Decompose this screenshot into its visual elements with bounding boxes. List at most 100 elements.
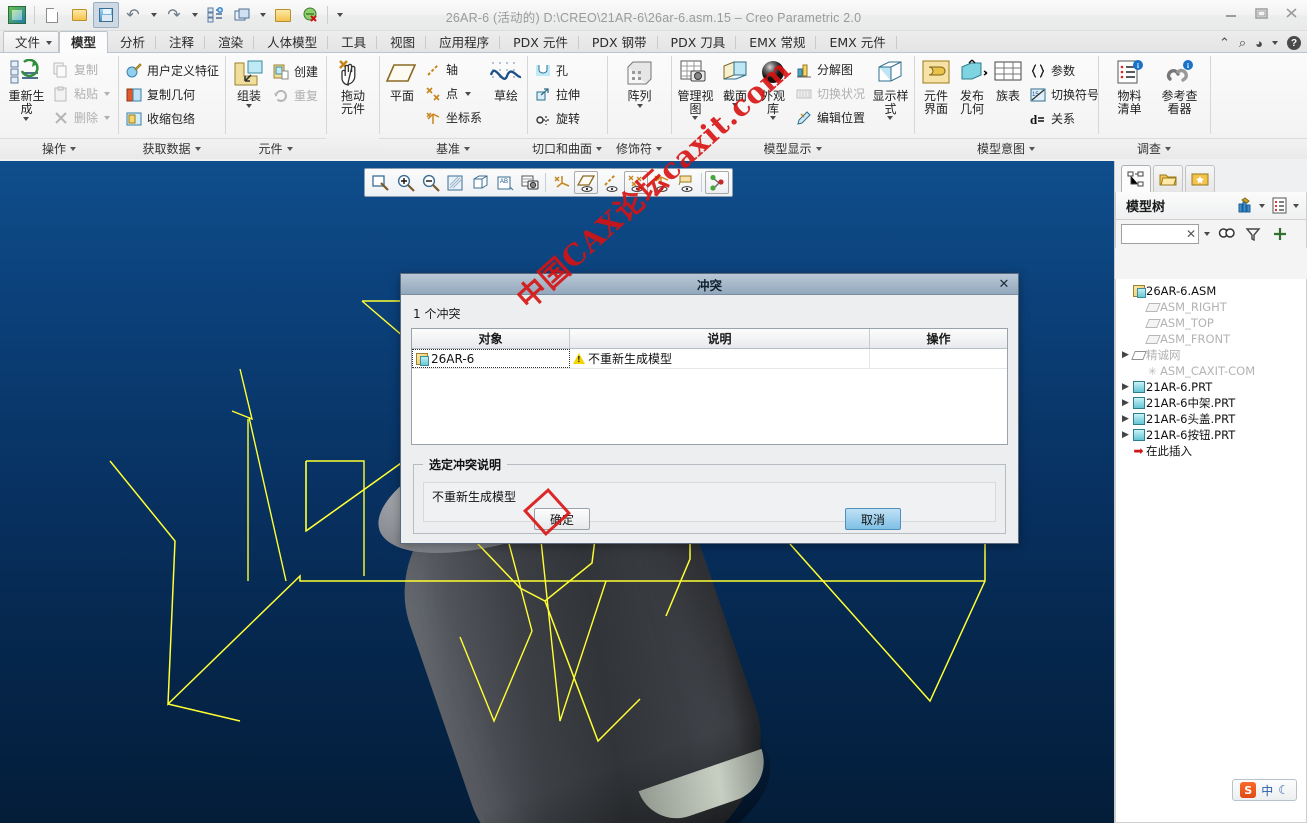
expander-icon[interactable]: ▶ (1120, 398, 1131, 408)
chevron-down-icon[interactable] (692, 116, 699, 120)
tab-model[interactable]: 模型 (59, 31, 109, 53)
ribbon-group-label-get-data[interactable]: 获取数据 (118, 138, 225, 159)
spin-center-icon[interactable] (705, 171, 729, 194)
revolve-button[interactable]: 旋转 (532, 107, 584, 130)
help-icon[interactable]: ? (1287, 36, 1301, 50)
datum-point-button[interactable]: 点 (422, 82, 486, 105)
ribbon-group-label-model-display[interactable]: 模型显示 (671, 138, 914, 159)
tab-view[interactable]: 视图 (378, 31, 427, 52)
appearance-gallery-button[interactable]: 外观 库 (755, 56, 791, 122)
datum-plane-button[interactable]: 平面 (384, 56, 420, 105)
view-manager-icon[interactable] (518, 171, 542, 194)
plane-display-icon[interactable] (574, 171, 598, 194)
expander-icon[interactable]: ▶ (1120, 350, 1131, 360)
copy-geometry-button[interactable]: 复制几何 (123, 83, 223, 106)
maximize-button[interactable] (1251, 4, 1271, 22)
display-style-button[interactable]: 显示样 式 (871, 56, 910, 122)
display-style-icon[interactable] (468, 171, 492, 194)
help-center-icon[interactable]: ◕ (1255, 36, 1263, 51)
exploded-view-button[interactable]: 分解图 (793, 58, 869, 81)
conflict-table[interactable]: 对象 说明 操作 26AR-6 不重新生成模型 (411, 328, 1008, 445)
display-icon[interactable] (1268, 195, 1290, 217)
chevron-down-icon[interactable] (465, 91, 472, 96)
shrinkwrap-button[interactable]: 收缩包络 (123, 107, 223, 130)
repeat-button[interactable]: 重复 (270, 84, 322, 107)
model-tree[interactable]: 26AR-6.ASM ASM_RIGHT ASM_TOP ASM_FRONT ▶ (1115, 279, 1307, 823)
ime-mode-label[interactable]: 中 (1261, 782, 1273, 799)
help-dropdown-icon[interactable] (1272, 41, 1278, 45)
collapse-ribbon-icon[interactable]: ⌃ (1219, 35, 1230, 51)
relations-button[interactable]: d 关系 (1027, 107, 1103, 130)
ime-indicator[interactable]: S 中 ☾ (1232, 779, 1297, 801)
model-tree-tab[interactable] (1121, 165, 1151, 192)
tree-node-21ar-6-zhongjia[interactable]: ▶ 21AR-6中架.PRT (1116, 395, 1306, 411)
reference-viewer-button[interactable]: i 参考查 看器 (1156, 56, 1204, 118)
expander-icon[interactable]: ▶ (1120, 414, 1131, 424)
edit-position-button[interactable]: 编辑位置 (793, 106, 869, 129)
tab-pdx-tooling[interactable]: PDX 刀具 (659, 31, 738, 52)
tab-analysis[interactable]: 分析 (108, 31, 157, 52)
family-table-button[interactable]: 族表 (991, 56, 1025, 105)
ribbon-group-label-decorator[interactable]: 修饰符 (607, 138, 671, 159)
ribbon-group-label-cut-surface[interactable]: 切口和曲面 (527, 138, 607, 159)
column-header-object[interactable]: 对象 (412, 329, 570, 348)
ribbon-group-label-investigate[interactable]: 调查 (1098, 138, 1210, 159)
section-button[interactable]: 截面 (717, 56, 753, 109)
cancel-button[interactable]: 取消 (845, 508, 901, 530)
zoom-in-icon[interactable] (393, 171, 417, 194)
component-interface-button[interactable]: 元件 界面 (919, 56, 953, 118)
search-icon[interactable]: ⌕ (1239, 35, 1246, 51)
zoom-out-icon[interactable] (418, 171, 442, 194)
axis-display-icon[interactable] (599, 171, 623, 194)
column-header-description[interactable]: 说明 (570, 329, 870, 348)
column-header-operation[interactable]: 操作 (870, 329, 1007, 348)
extrude-button[interactable]: 拉伸 (532, 83, 584, 106)
toggle-status-button[interactable]: 切换状况 (793, 82, 869, 105)
display-dropdown-icon[interactable] (1290, 195, 1302, 217)
chevron-down-icon[interactable] (636, 104, 643, 108)
repaint-icon[interactable] (443, 171, 467, 194)
publish-geometry-button[interactable]: 发布 几何 (955, 56, 989, 118)
expander-icon[interactable]: ▶ (1120, 382, 1131, 392)
tab-manikin[interactable]: 人体模型 (255, 31, 329, 52)
cell-object[interactable]: 26AR-6 (412, 349, 570, 368)
chevron-down-icon[interactable] (769, 116, 776, 120)
folder-browser-tab[interactable] (1153, 165, 1183, 192)
chevron-down-icon[interactable] (887, 116, 894, 120)
switch-symbols-button[interactable]: 15 切换符号 (1027, 83, 1103, 106)
pattern-button[interactable]: 阵列 (614, 56, 666, 110)
sketch-button[interactable]: 草绘 (488, 56, 524, 105)
tree-node-asm-top[interactable]: ASM_TOP (1116, 315, 1306, 331)
point-display-icon[interactable] (624, 171, 648, 194)
close-button[interactable] (1281, 4, 1301, 22)
ribbon-group-label-operations[interactable]: 操作 (0, 138, 118, 159)
tab-pdx-strip[interactable]: PDX 钢带 (580, 31, 659, 52)
tab-applications[interactable]: 应用程序 (427, 31, 501, 52)
search-dropdown-icon[interactable] (1204, 232, 1210, 236)
clear-search-icon[interactable]: ✕ (1186, 226, 1196, 242)
moon-icon[interactable]: ☾ (1278, 783, 1289, 797)
tree-node-asm-caxit-com[interactable]: ✳ ASM_CAXIT-COM (1116, 363, 1306, 379)
chevron-down-icon[interactable] (246, 104, 252, 108)
refit-icon[interactable] (368, 171, 392, 194)
tree-node-21ar-6[interactable]: ▶ 21AR-6.PRT (1116, 379, 1306, 395)
udf-button[interactable]: 用户定义特征 (123, 59, 223, 82)
tree-node-insert-here[interactable]: ➡ 在此插入 (1116, 443, 1306, 459)
drag-component-button[interactable]: 拖动 元件 (331, 56, 375, 118)
copy-button[interactable]: 复制 (50, 58, 114, 81)
cell-description[interactable]: 不重新生成模型 (570, 349, 870, 368)
tree-node-asm-right[interactable]: ASM_RIGHT (1116, 299, 1306, 315)
tree-node-assembly[interactable]: 26AR-6.ASM (1116, 283, 1306, 299)
tab-file[interactable]: 文件 (3, 31, 60, 52)
chevron-down-icon[interactable] (731, 103, 738, 107)
settings-icon[interactable] (1234, 195, 1256, 217)
find-icon[interactable] (1215, 223, 1237, 245)
tab-annotation[interactable]: 注释 (157, 31, 206, 52)
tree-node-jingchengwang[interactable]: ▶ 精诚网 (1116, 347, 1306, 363)
chevron-down-icon[interactable] (104, 91, 110, 96)
tab-tools[interactable]: 工具 (329, 31, 378, 52)
tree-node-21ar-6-anniu[interactable]: ▶ 21AR-6按钮.PRT (1116, 427, 1306, 443)
tab-pdx-component[interactable]: PDX 元件 (501, 31, 580, 52)
assemble-button[interactable]: 组装 (230, 56, 268, 110)
settings-dropdown-icon[interactable] (1256, 195, 1268, 217)
